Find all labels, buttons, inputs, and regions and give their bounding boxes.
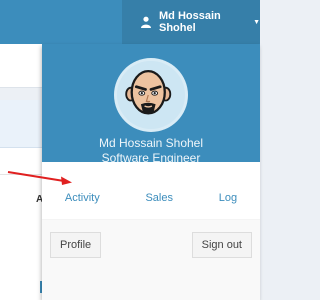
user-avatar	[114, 58, 188, 132]
user-footer: Profile Sign out	[42, 220, 260, 300]
sales-link[interactable]: Sales	[145, 192, 173, 204]
user-header-name: Md Hossain Shohel	[98, 136, 204, 150]
activity-link[interactable]: Activity	[65, 192, 100, 204]
user-header: Md Hossain Shohel Software Engineer Memb…	[42, 44, 260, 176]
caret-down-icon: ▼	[253, 18, 260, 26]
profile-button[interactable]: Profile	[50, 232, 102, 258]
log-link[interactable]: Log	[219, 192, 237, 204]
background-highlight-row	[0, 100, 42, 148]
user-menu-name: Md Hossain Shohel	[159, 10, 221, 34]
person-icon	[141, 16, 151, 28]
annotation-arrow-icon	[7, 171, 72, 185]
background-gap	[0, 88, 42, 100]
sign-out-button[interactable]: Sign out	[191, 232, 252, 258]
background-panel	[0, 44, 42, 88]
user-menu-toggle[interactable]: Md Hossain Shohel ▼	[122, 0, 260, 44]
top-navbar: Md Hossain Shohel ▼	[0, 0, 260, 50]
bald-man-avatar-icon	[117, 61, 180, 124]
